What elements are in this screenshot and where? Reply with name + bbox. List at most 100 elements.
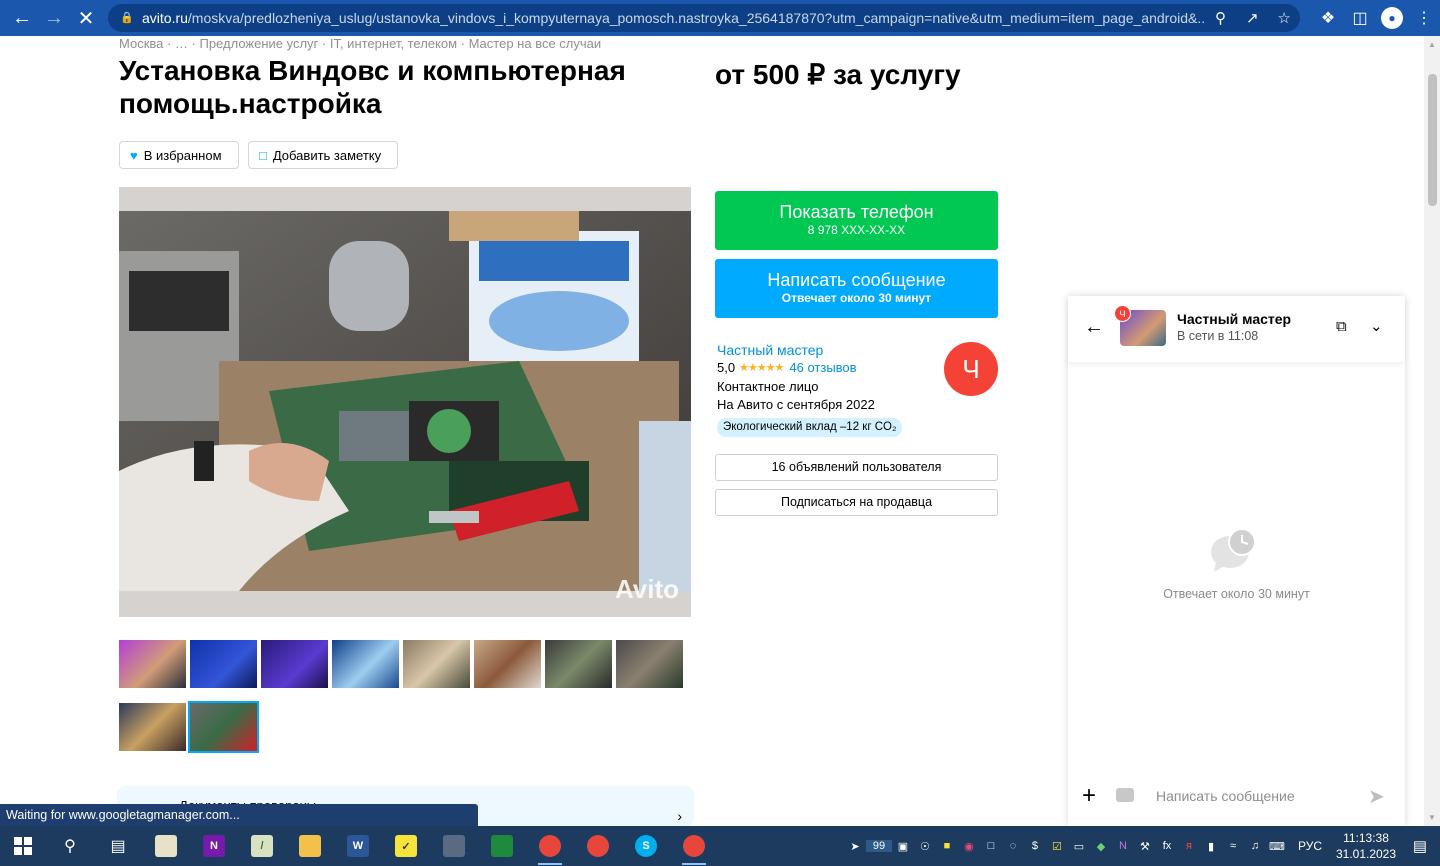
- profile-icon[interactable]: ●: [1381, 7, 1403, 29]
- dollar-icon[interactable]: $: [1024, 840, 1046, 852]
- response-time: Отвечает около 30 минут: [781, 291, 932, 305]
- language-indicator[interactable]: РУС: [1298, 839, 1322, 853]
- side-panel-icon[interactable]: ◫: [1344, 8, 1376, 28]
- chevron-down-icon[interactable]: ⌄: [1370, 317, 1383, 335]
- back-arrow-icon[interactable]: ←: [6, 2, 38, 34]
- monitor-icon[interactable]: ▣: [892, 840, 914, 853]
- bookmark-star-icon[interactable]: ☆: [1268, 9, 1300, 27]
- page-scrollbar[interactable]: ▲ ▼: [1424, 36, 1440, 826]
- chat-title: Частный мастер: [1177, 311, 1292, 327]
- lock-icon: 🔒: [120, 12, 134, 24]
- tool-icon[interactable]: ⚒: [1134, 840, 1156, 853]
- notepad-icon[interactable]: [142, 826, 190, 866]
- heart-icon: ♥: [130, 147, 138, 163]
- chrome-window-icon[interactable]: [670, 826, 718, 866]
- chrome-icon[interactable]: [526, 826, 574, 866]
- seller-since: На Авито с сентября 2022: [717, 397, 875, 412]
- onenote-icon[interactable]: N: [190, 826, 238, 866]
- notes-icon[interactable]: ■: [936, 840, 958, 852]
- wifi-icon[interactable]: ≈: [1222, 840, 1244, 852]
- volume-icon[interactable]: ♫: [1244, 840, 1266, 852]
- chat-message-input[interactable]: Написать сообщение: [1156, 788, 1295, 804]
- task-view-icon[interactable]: ▤: [94, 826, 142, 866]
- shield-icon[interactable]: ☉: [914, 840, 936, 853]
- thumbnail[interactable]: [616, 640, 683, 688]
- spreadsheet-icon[interactable]: [478, 826, 526, 866]
- back-arrow-icon[interactable]: ←: [1084, 316, 1104, 339]
- reviews-link[interactable]: 46 отзывов: [789, 360, 856, 375]
- notification-icon[interactable]: ▤: [1400, 837, 1440, 855]
- thumbnail[interactable]: [403, 640, 470, 688]
- seller-listings-button[interactable]: 16 объявлений пользователя: [715, 454, 998, 481]
- thumbnail[interactable]: [190, 640, 257, 688]
- chat-widget: ← Ч Частный мастер В сети в 11:08 ⧉ ⌄ От…: [1068, 296, 1405, 826]
- url-path: /moskva/predlozheniya_uslug/ustanovka_vi…: [187, 10, 1205, 26]
- sticky-notes-icon[interactable]: ✓: [382, 826, 430, 866]
- main-photo[interactable]: Avito: [119, 187, 691, 617]
- chat-badge: Ч: [1114, 305, 1131, 322]
- thumbnail[interactable]: [261, 640, 328, 688]
- snipping-tool-icon[interactable]: [430, 826, 478, 866]
- scrollbar-thumb[interactable]: [1428, 74, 1437, 206]
- word-icon[interactable]: W: [334, 826, 382, 866]
- yandex-icon[interactable]: я: [1178, 840, 1200, 852]
- search-icon[interactable]: ⚲: [46, 826, 94, 866]
- send-icon[interactable]: ➤: [1368, 784, 1385, 809]
- thumbnail[interactable]: [119, 640, 186, 688]
- write-message-button[interactable]: Написать сообщение Отвечает около 30 мин…: [715, 259, 998, 318]
- chevron-right-icon: ›: [677, 808, 682, 824]
- chart-app-icon[interactable]: /: [238, 826, 286, 866]
- scroll-down-icon[interactable]: ▼: [1428, 813, 1436, 822]
- plus-icon[interactable]: +: [1082, 782, 1096, 810]
- expand-icon[interactable]: ⧉: [1336, 318, 1347, 335]
- thumbnail[interactable]: [119, 703, 186, 751]
- forward-arrow-icon[interactable]: →: [38, 2, 70, 34]
- page-content: Москва · … · Предложение услуг · IT, инт…: [0, 36, 1424, 826]
- file-explorer-icon[interactable]: [286, 826, 334, 866]
- camera-icon[interactable]: [1116, 788, 1134, 802]
- system-tray: ➤ 99 ▣ ☉ ■ ◉ □ ◌ $ ☑ ▭ ◆ N ⚒ fx я ▮ ≈ ♫ …: [844, 826, 1440, 866]
- onenote-tray-icon[interactable]: N: [1112, 840, 1134, 852]
- favorite-button[interactable]: ♥ В избранном: [119, 141, 239, 169]
- network-app-icon[interactable]: ◆: [1090, 840, 1112, 853]
- extensions-icon[interactable]: ❖: [1312, 8, 1344, 28]
- screenshot-icon[interactable]: □: [980, 840, 1002, 852]
- rating-value: 5,0: [717, 360, 736, 375]
- clock[interactable]: 11:13:38 31.01.2023: [1332, 830, 1400, 862]
- zoom-icon[interactable]: ⚲: [1205, 9, 1237, 27]
- tray-badge[interactable]: 99: [865, 840, 892, 852]
- seller-name-link[interactable]: Частный мастер: [717, 342, 823, 358]
- telegram-icon[interactable]: ➤: [844, 840, 866, 853]
- url-text[interactable]: avito.ru/moskva/predlozheniya_uslug/usta…: [142, 10, 1205, 26]
- stop-loading-icon[interactable]: ✕: [70, 2, 102, 34]
- add-note-button[interactable]: □ Добавить заметку: [248, 141, 398, 169]
- thumbnail[interactable]: [545, 640, 612, 688]
- chat-input-bar: + Написать сообщение ➤: [1068, 768, 1405, 826]
- eco-badge[interactable]: Экологический вклад –12 кг CO₂: [717, 418, 903, 437]
- breadcrumb[interactable]: Москва · … · Предложение услуг · IT, инт…: [119, 36, 601, 51]
- tray-app-icon[interactable]: ◉: [958, 840, 980, 853]
- thumbnail-active[interactable]: [188, 701, 259, 753]
- listing-title: Установка Виндовс и компьютерная помощь.…: [119, 55, 626, 119]
- battery-icon[interactable]: ▮: [1200, 840, 1222, 853]
- skype-icon[interactable]: S: [622, 826, 670, 866]
- windows-start-icon[interactable]: [0, 826, 46, 866]
- drive-icon[interactable]: ▭: [1068, 840, 1090, 853]
- share-icon[interactable]: ↗: [1236, 9, 1268, 27]
- show-phone-button[interactable]: Показать телефон 8 978 XXX-XX-XX: [715, 191, 998, 250]
- phone-number: 8 978 XXX-XX-XX: [807, 223, 906, 237]
- keyboard-icon[interactable]: ⌨: [1266, 840, 1288, 853]
- scroll-up-icon[interactable]: ▲: [1428, 40, 1436, 49]
- listing-price: от 500 ₽ за услугу: [715, 59, 961, 90]
- sync-icon[interactable]: ◌: [1002, 840, 1024, 852]
- thumbnail[interactable]: [332, 640, 399, 688]
- seller-avatar[interactable]: Ч: [944, 342, 998, 396]
- address-bar[interactable]: 🔒 avito.ru/moskva/predlozheniya_uslug/us…: [108, 4, 1300, 32]
- thumbnail[interactable]: [474, 640, 541, 688]
- chrome-profile-icon[interactable]: [574, 826, 622, 866]
- fx-icon[interactable]: fx: [1156, 840, 1178, 852]
- contact-person: Контактное лицо: [717, 379, 819, 394]
- checkbox-icon[interactable]: ☑: [1046, 840, 1068, 853]
- menu-icon[interactable]: ⋮: [1408, 8, 1440, 28]
- subscribe-button[interactable]: Подписаться на продавца: [715, 489, 998, 516]
